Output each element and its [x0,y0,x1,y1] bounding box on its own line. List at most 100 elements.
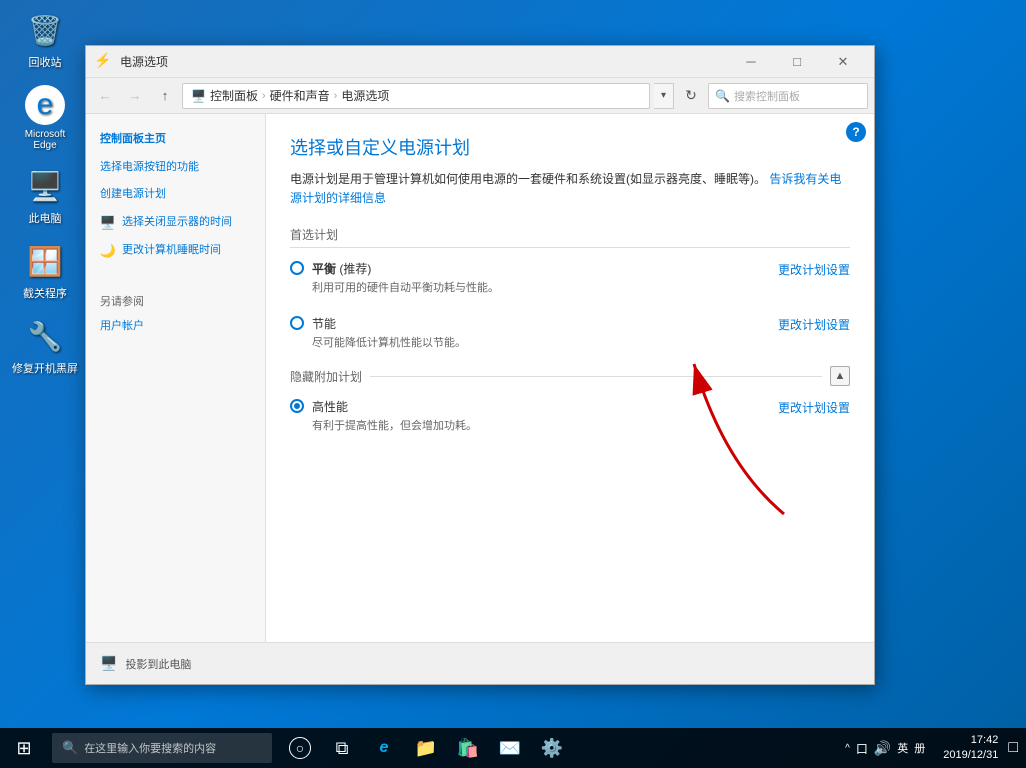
sidebar-title[interactable]: 控制面板主页 [86,126,265,154]
powersave-desc: 尽可能降低计算机性能以节能。 [312,334,778,350]
powersave-radio[interactable] [290,316,304,330]
window-body: 控制面板主页 选择电源按钮的功能 创建电源计划 🖥️ 选择关闭显示器的时间 🌙 … [86,114,874,642]
taskbar-cortana[interactable]: ○ [280,728,320,768]
path-segment-3: 电源选项 [341,87,389,104]
search-box[interactable]: 🔍 搜索控制面板 [708,83,868,109]
powersave-name: 节能 [312,315,778,332]
mail-icon: ✉️ [499,738,521,759]
up-button[interactable]: ↑ [152,83,178,109]
taskbar-store[interactable]: 🛍️ [448,728,488,768]
powersave-change-link[interactable]: 更改计划设置 [778,316,850,333]
taskbar-explorer[interactable]: 📁 [406,728,446,768]
taskbar-search[interactable]: 🔍 在这里输入你要搜索的内容 [52,733,272,763]
taskbar-edge[interactable]: e [364,728,404,768]
minimize-button[interactable]: ─ [728,46,774,78]
footer-text: 投影到此电脑 [125,656,191,672]
back-button[interactable]: ← [92,83,118,109]
computer-icon: 🖥️ [25,166,65,206]
programs-label: 截关程序 [23,285,67,301]
edge-taskbar-icon: e [380,739,389,757]
sidebar-create-plan[interactable]: 创建电源计划 [86,181,265,208]
plan-item-powersave: 节能 尽可能降低计算机性能以节能。 更改计划设置 [290,311,850,354]
edge-label: MicrosoftEdge [25,129,66,151]
window-controls: ─ □ ✕ [728,46,866,78]
taskbar-apps: ○ ⧉ e 📁 🛍️ ✉️ ⚙️ [280,728,572,768]
forward-button[interactable]: → [122,83,148,109]
plan-item-balanced: 平衡 (推荐) 利用可用的硬件自动平衡功耗与性能。 更改计划设置 [290,256,850,299]
path-segment-2: 硬件和声音 [270,87,330,104]
taskbar-search-placeholder: 在这里输入你要搜索的内容 [84,740,216,756]
taskbar-settings[interactable]: ⚙️ [532,728,572,768]
balanced-desc: 利用可用的硬件自动平衡功耗与性能。 [312,279,778,295]
programs-icon: 🪟 [25,241,65,281]
footer-icon: 🖥️ [100,655,117,672]
cortana-icon: ○ [289,737,311,759]
sleep-icon: 🌙 [100,243,116,259]
task-view-icon: ⧉ [336,738,349,759]
see-also-title: 另请参阅 [86,285,265,313]
powersave-info: 节能 尽可能降低计算机性能以节能。 [312,315,778,350]
volume-icon[interactable]: 🔊 [874,740,891,757]
power-options-window: ⚡ 电源选项 ─ □ ✕ ← → ↑ 🖥️ 控制面板 › 硬件和声音 › 电源选… [85,45,875,685]
taskbar-right: ^ 口 🔊 英 册 17:42 2019/12/31 □ [837,733,1026,764]
explorer-icon: 📁 [415,738,437,759]
search-icon: 🔍 [715,89,730,103]
desktop-icon-programs[interactable]: 🪟 截关程序 [10,241,80,301]
start-button[interactable]: ⊞ [0,728,48,768]
main-content: ? 选择或自定义电源计划 电源计划是用于管理计算机如何使用电源的一套硬件和系统设… [266,114,874,642]
window-footer: 🖥️ 投影到此电脑 [86,642,874,684]
notification-icon[interactable]: □ [1008,739,1018,757]
hidden-section-title: 隐藏附加计划 [290,368,362,385]
keyboard-icon: 口 [856,740,868,757]
store-icon: 🛍️ [457,738,479,759]
sidebar-choose-power[interactable]: 选择电源按钮的功能 [86,154,265,181]
preferred-section-title: 首选计划 [290,226,850,248]
sidebar: 控制面板主页 选择电源按钮的功能 创建电源计划 🖥️ 选择关闭显示器的时间 🌙 … [86,114,266,642]
highperf-change-link[interactable]: 更改计划设置 [778,399,850,416]
desktop-icon-repair[interactable]: 🔧 修复开机黑屏 [10,316,80,376]
path-icon: 🖥️ [191,89,206,103]
hidden-section[interactable]: 隐藏附加计划 ▲ [290,366,850,386]
address-path[interactable]: 🖥️ 控制面板 › 硬件和声音 › 电源选项 [182,83,650,109]
taskbar-task-view[interactable]: ⧉ [322,728,362,768]
sidebar-user-account[interactable]: 用户帐户 [86,313,265,340]
ime-indicator[interactable]: 册 [914,740,925,756]
desktop-icon-computer[interactable]: 🖥️ 此电脑 [10,166,80,226]
monitor-icon: 🖥️ [100,215,116,231]
taskbar-mail[interactable]: ✉️ [490,728,530,768]
maximize-button[interactable]: □ [774,46,820,78]
desktop-icon-recycle[interactable]: 🗑️ 回收站 [10,10,80,70]
clock-date: 2019/12/31 [943,748,998,763]
balanced-info: 平衡 (推荐) 利用可用的硬件自动平衡功耗与性能。 [312,260,778,295]
highperf-name: 高性能 [312,398,778,415]
highperf-radio[interactable] [290,399,304,413]
recycle-bin-icon: 🗑️ [25,10,65,50]
path-dropdown[interactable]: ▾ [654,83,674,109]
clock-time: 17:42 [943,733,998,748]
refresh-button[interactable]: ↻ [678,83,704,109]
balanced-change-link[interactable]: 更改计划设置 [778,261,850,278]
main-description: 电源计划是用于管理计算机如何使用电源的一套硬件和系统设置(如显示器亮度、睡眠等)… [290,170,850,208]
desktop: 🗑️ 回收站 e MicrosoftEdge 🖥️ 此电脑 🪟 截关程序 🔧 修… [0,0,1026,768]
sidebar-choose-display[interactable]: 🖥️ 选择关闭显示器的时间 [86,209,265,237]
close-button[interactable]: ✕ [820,46,866,78]
computer-label: 此电脑 [29,210,62,226]
taskbar-clock[interactable]: 17:42 2019/12/31 [937,733,1004,764]
balanced-name: 平衡 (推荐) [312,260,778,277]
window-title-icon: ⚡ [94,52,114,72]
section-chevron[interactable]: ▲ [830,366,850,386]
desktop-icon-edge[interactable]: e MicrosoftEdge [10,85,80,151]
balanced-radio[interactable] [290,261,304,275]
window-title: 电源选项 [120,53,728,70]
recycle-bin-label: 回收站 [29,54,62,70]
show-hidden-icon[interactable]: ^ [845,743,850,754]
highperf-info: 高性能 有利于提高性能，但会增加功耗。 [312,398,778,433]
help-button[interactable]: ? [846,122,866,142]
section-line [370,376,822,377]
highperf-desc: 有利于提高性能，但会增加功耗。 [312,417,778,433]
sidebar-sleep-time[interactable]: 🌙 更改计算机睡眠时间 [86,237,265,265]
plan-item-highperf: 高性能 有利于提高性能，但会增加功耗。 更改计划设置 [290,394,850,437]
path-segment-1: 控制面板 [210,87,258,104]
settings-icon: ⚙️ [541,738,563,759]
repair-label: 修复开机黑屏 [12,360,78,376]
